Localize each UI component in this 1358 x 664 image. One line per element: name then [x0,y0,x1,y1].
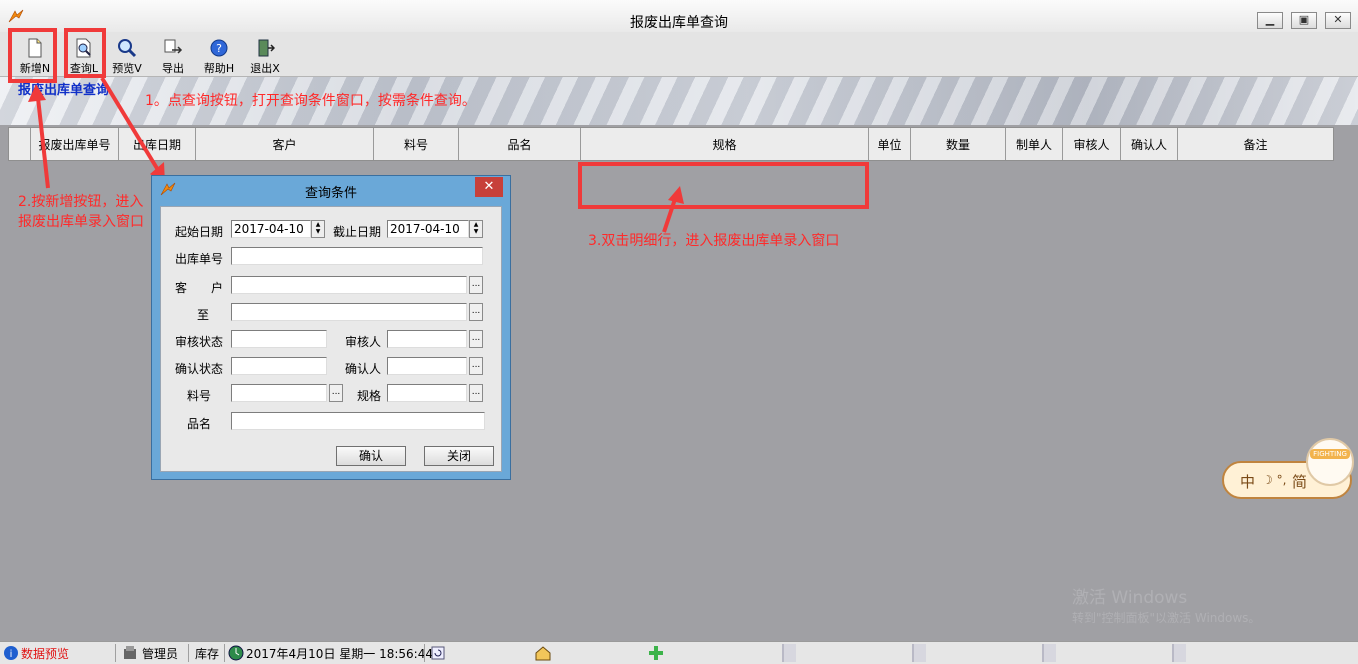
activation-watermark-text: 转到"控制面板"以激活 Windows。 [1072,611,1261,625]
customer-from-input[interactable] [231,276,467,294]
status-preview: 数据预览 [21,647,70,661]
dialog-body: 起始日期 2017-04-10 ▲ ▼ 截止日期 2017-04-10 ▲ ▼ 出库… [160,206,502,472]
dialog-close-button[interactable]: ✕ [475,177,503,197]
preview-button[interactable]: 预览V [107,36,147,75]
magnifier-icon [118,39,137,58]
refresh-icon [431,646,445,660]
end-date-spinner[interactable]: ▲ ▼ [469,220,483,238]
highlight-query-button [64,28,106,78]
end-date-input[interactable]: 2017-04-10 [387,220,469,238]
maximize-button[interactable]: ▣ [1291,12,1317,29]
status-bar: i 数据预览 管理员 库存 2017年4月10日 星期一 18:56:44 [0,641,1358,664]
highlight-new-button [8,28,57,83]
start-date-input[interactable]: 2017-04-10 [231,220,311,238]
col-remark[interactable]: 备注 [1178,128,1333,160]
window-title: 报废出库单查询 [630,15,728,31]
status-datetime: 2017年4月10日 星期一 18:56:44 [246,647,433,661]
spec-label: 规格 [357,389,382,403]
review-status-input[interactable] [231,330,327,348]
col-creator[interactable]: 制单人 [1006,128,1063,160]
annotation-step3: 3.双击明细行，进入报废出库单录入窗口 [588,233,840,249]
highlight-detail-row [578,162,869,209]
order-no-input[interactable] [231,247,483,265]
customer-label: 客 户 [175,281,224,295]
plus-icon [649,646,663,660]
activation-watermark-title: 激活 Windows [1072,588,1188,608]
exit-door-icon [258,39,275,57]
col-customer[interactable]: 客户 [196,128,374,160]
customer-from-picker[interactable]: ... [469,276,483,294]
confirm-status-input[interactable] [231,357,327,375]
col-part-no[interactable]: 料号 [374,128,459,160]
dialog-title: 查询条件 [304,186,357,201]
help-button[interactable]: ? 帮助H [199,36,239,75]
confirmer-picker[interactable]: ... [469,357,483,375]
annotation-step2-line2: 报废出库单录入窗口 [18,214,144,230]
toolbar: 新增N 查询L 预览V 导出 ? 帮助H 退出X [0,32,1358,77]
home-icon [535,646,551,661]
annotation-step1: 1。点查询按钮，打开查询条件窗口，按需条件查询。 [145,93,476,109]
status-module: 库存 [195,647,220,661]
customer-to-input[interactable] [231,303,467,321]
col-reviewer[interactable]: 审核人 [1063,128,1121,160]
svg-text:i: i [10,649,13,660]
svg-text:?: ? [216,42,222,55]
reviewer-input[interactable] [387,330,467,348]
part-no-label: 料号 [187,389,212,403]
confirm-status-label: 确认状态 [175,362,224,376]
query-conditions-dialog: 查询条件 ✕ 起始日期 2017-04-10 ▲ ▼ 截止日期 2017-04-1… [151,175,511,480]
row-selector-header [9,128,31,160]
title-bar: 报废出库单查询 ▁ ▣ ✕ [0,0,1358,33]
spec-input[interactable] [387,384,467,402]
ime-mode[interactable]: 简 [1292,471,1307,492]
col-product-name[interactable]: 品名 [459,128,581,160]
ime-lang[interactable]: 中 [1240,471,1255,492]
help-icon: ? [210,39,228,57]
confirm-button[interactable]: 确认 [336,446,406,466]
start-date-spinner[interactable]: ▲ ▼ [311,220,325,238]
part-no-input[interactable] [231,384,327,402]
col-confirmer[interactable]: 确认人 [1121,128,1178,160]
ime-mascot-icon: FIGHTING [1306,438,1354,486]
product-name-input[interactable] [231,412,485,430]
col-quantity[interactable]: 数量 [911,128,1006,160]
mascot-badge: FIGHTING [1310,449,1350,459]
export-button[interactable]: 导出 [153,36,193,75]
status-progress-segments [672,644,1192,662]
col-order-no[interactable]: 报废出库单号 [31,128,119,160]
moon-icon: ☽ °, [1262,473,1287,487]
col-unit[interactable]: 单位 [869,128,911,160]
reviewer-picker[interactable]: ... [469,330,483,348]
confirmer-label: 确认人 [345,362,382,376]
annotation-step2-line1: 2.按新增按钮，进入 [18,194,144,210]
start-date-label: 起始日期 [175,225,224,239]
minimize-button[interactable]: ▁ [1257,12,1283,29]
review-status-label: 审核状态 [175,335,224,349]
product-name-label: 品名 [187,417,212,431]
col-spec[interactable]: 规格 [581,128,869,160]
export-icon [164,39,183,54]
grid-header: 报废出库单号 出库日期 客户 料号 品名 规格 单位 数量 制单人 审核人 确认… [8,127,1334,161]
col-date[interactable]: 出库日期 [119,128,196,160]
exit-button[interactable]: 退出X [245,36,285,75]
close-dialog-button[interactable]: 关闭 [424,446,494,466]
spec-picker[interactable]: ... [469,384,483,402]
to-label: 至 [197,308,210,322]
confirmer-input[interactable] [387,357,467,375]
part-no-picker[interactable]: ... [329,384,343,402]
close-window-button[interactable]: ✕ [1325,12,1351,29]
reviewer-label: 审核人 [345,335,382,349]
customer-to-picker[interactable]: ... [469,303,483,321]
clock-icon [228,645,244,661]
status-user: 管理员 [142,647,179,661]
order-no-label: 出库单号 [175,252,224,266]
user-icon [124,646,136,659]
info-icon: i [4,646,18,660]
end-date-label: 截止日期 [333,225,382,239]
